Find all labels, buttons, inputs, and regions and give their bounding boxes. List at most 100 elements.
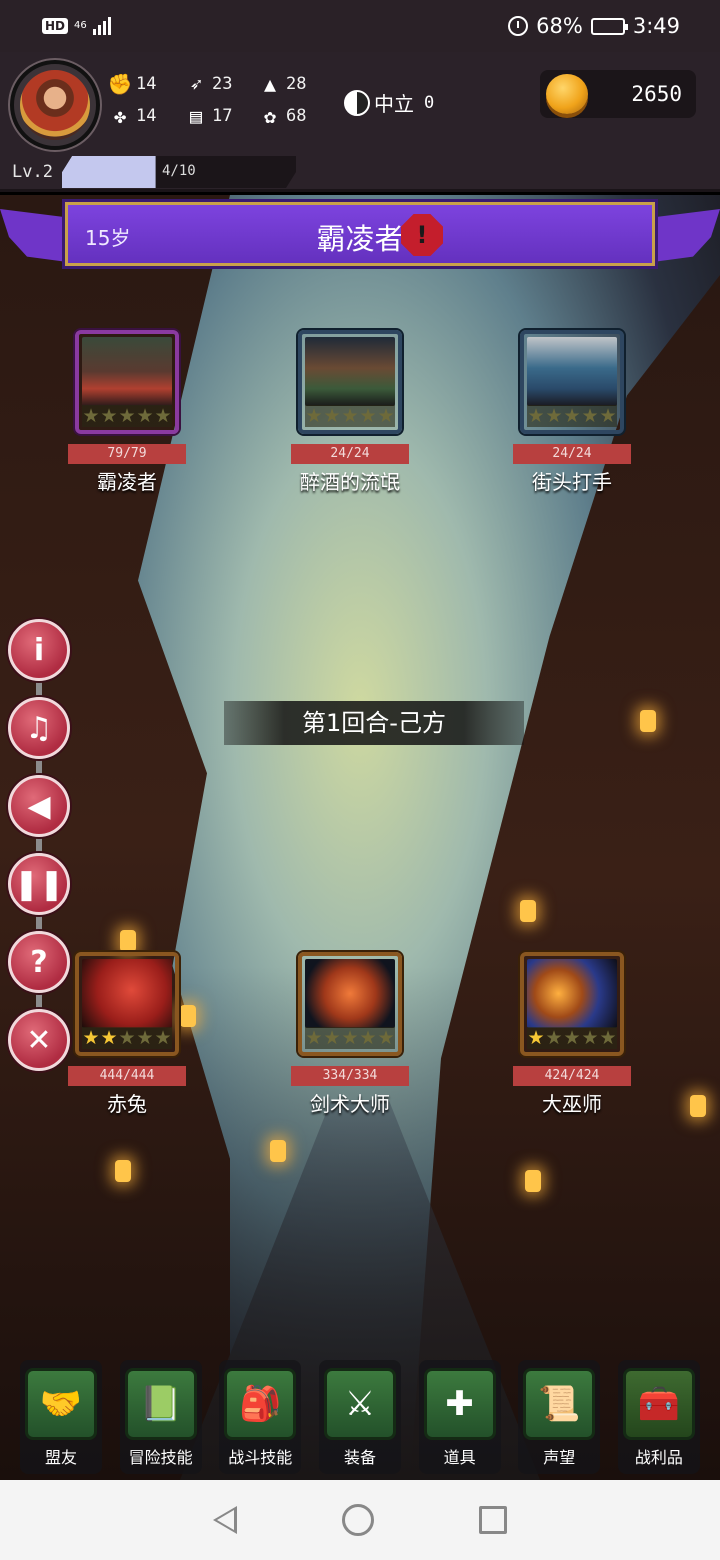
recent-apps-icon[interactable] (479, 1506, 508, 1534)
star-empty-icon: ★ (377, 404, 395, 427)
sword-master-portrait-art (305, 959, 395, 1028)
scroll-map-icon: 📜 (523, 1368, 596, 1440)
stat-magic[interactable]: ▲ 28 (258, 72, 307, 96)
signal-icon (92, 17, 111, 35)
star-filled-icon: ★ (100, 1026, 118, 1049)
fist-icon: ✊ (107, 72, 133, 96)
music-toggle-button[interactable]: ♫ (8, 697, 70, 759)
star-empty-icon: ★ (118, 404, 136, 427)
star-empty-icon: ★ (545, 404, 563, 427)
close-button[interactable]: ✕ (8, 1009, 70, 1071)
alignment[interactable]: 中立 0 (344, 88, 434, 117)
xp-bar: 4/10 (62, 156, 296, 188)
xp-text: 4/10 (162, 163, 196, 179)
hd-badge: HD (42, 18, 69, 34)
stat-knowledge[interactable]: ▤ 17 (184, 104, 233, 128)
star-empty-icon: ★ (305, 1026, 323, 1049)
star-empty-icon: ★ (599, 404, 617, 427)
wizard-hat-icon: ▲ (263, 72, 277, 96)
stat-value: 28 (286, 74, 307, 94)
unit-name: 街头打手 (532, 470, 612, 494)
red-hare-portrait-art (82, 959, 172, 1028)
music-off-icon: ♫ (25, 710, 53, 746)
chain-link (36, 994, 42, 1010)
drunk-thug-portrait-art (305, 337, 395, 406)
alignment-label: 中立 (374, 92, 414, 116)
pause-icon: ❚❚ (13, 866, 65, 902)
star-rating: ★ ★ ★ ★ ★ (527, 1027, 617, 1049)
menu-reputation[interactable]: 📜 声望 (518, 1360, 601, 1474)
star-empty-icon: ★ (563, 1026, 581, 1049)
enemy-unit[interactable]: ★ ★ ★ ★ ★ 79/79 霸凌者 (68, 330, 186, 495)
star-empty-icon: ★ (599, 1026, 617, 1049)
lantern (520, 900, 536, 922)
stat-value: 14 (136, 74, 157, 94)
info-button[interactable]: i (8, 619, 70, 681)
unit-portrait: ★ ★ ★ ★ ★ (298, 952, 402, 1056)
unit-portrait: ★ ★ ★ ★ ★ (520, 952, 624, 1056)
help-button[interactable]: ? (8, 931, 70, 993)
menu-combat-skills[interactable]: 🎒 战斗技能 (219, 1360, 302, 1474)
star-rating: ★ ★ ★ ★ ★ (82, 405, 172, 427)
back-icon[interactable] (212, 1506, 237, 1534)
menu-adventure-skills[interactable]: 📗 冒险技能 (119, 1360, 202, 1474)
ally-unit[interactable]: ★ ★ ★ ★ ★ 424/424 大巫师 (513, 952, 631, 1117)
gold-counter[interactable]: 2650 (540, 70, 696, 118)
star-empty-icon: ★ (377, 1026, 395, 1049)
star-filled-icon: ★ (82, 1026, 100, 1049)
status-bar: HD 46 68% 3:49 (0, 0, 720, 52)
unit-name: 赤兔 (107, 1092, 147, 1116)
menu-label: 冒险技能 (128, 1448, 193, 1467)
unit-name: 醉酒的流氓 (300, 470, 400, 494)
ally-unit[interactable]: ★ ★ ★ ★ ★ 444/444 赤兔 (68, 952, 186, 1117)
level-row: Lv.2 4/10 (12, 156, 296, 188)
stat-strength[interactable]: ✊ 14 (107, 72, 157, 96)
ally-unit[interactable]: ★ ★ ★ ★ ★ 334/334 剑术大师 (291, 952, 409, 1117)
stat-luck[interactable]: ✤ 14 (108, 104, 157, 128)
menu-items[interactable]: ✚ 道具 (418, 1360, 501, 1474)
sound-off-icon: ◀ (27, 788, 51, 824)
star-empty-icon: ★ (527, 404, 545, 427)
menu-equipment[interactable]: ⚔ 装备 (318, 1360, 401, 1474)
menu-loot[interactable]: 🧰 战利品 (617, 1360, 700, 1474)
alarm-icon (508, 16, 529, 36)
scroll-icon: ▤ (189, 104, 203, 128)
archmage-portrait-art (527, 959, 617, 1028)
menu-label: 装备 (343, 1448, 376, 1467)
chain-link (36, 838, 42, 854)
menu-allies[interactable]: 🤝 盟友 (20, 1360, 102, 1474)
menu-label: 声望 (543, 1448, 576, 1467)
star-empty-icon: ★ (545, 1026, 563, 1049)
home-icon[interactable] (341, 1504, 374, 1536)
star-empty-icon: ★ (341, 404, 359, 427)
menu-label: 道具 (443, 1448, 476, 1467)
lantern (525, 1170, 541, 1192)
stat-value: 17 (212, 106, 233, 126)
clock: 3:49 (632, 14, 680, 38)
star-empty-icon: ★ (100, 404, 118, 427)
level-label: Lv.2 (12, 162, 53, 182)
unit-name: 大巫师 (542, 1092, 602, 1116)
avatar[interactable] (10, 60, 100, 150)
star-empty-icon: ★ (359, 1026, 377, 1049)
stat-spirit[interactable]: ✿ 68 (258, 104, 307, 128)
bottom-menu: 🤝 盟友 📗 冒险技能 🎒 战斗技能 ⚔ 装备 ✚ 道具 📜 声望 🧰 战利品 (0, 1360, 720, 1480)
enemy-unit[interactable]: ★ ★ ★ ★ ★ 24/24 醉酒的流氓 (291, 330, 409, 495)
hp-bar: 334/334 (291, 1066, 409, 1086)
pause-button[interactable]: ❚❚ (8, 853, 70, 915)
stat-agility[interactable]: ➶ 23 (184, 72, 233, 96)
sound-toggle-button[interactable]: ◀ (8, 775, 70, 837)
status-left: HD 46 (42, 17, 111, 35)
star-filled-icon: ★ (527, 1026, 545, 1049)
player-stats: ✊ 14 ✤ 14 ➶ 23 ▤ 17 ▲ 28 ✿ 68 (108, 72, 328, 136)
chain-link (36, 916, 42, 932)
star-rating: ★ ★ ★ ★ ★ (82, 1027, 172, 1049)
battery-icon (590, 17, 628, 35)
star-empty-icon: ★ (581, 404, 599, 427)
yin-yang-icon (344, 89, 370, 116)
hp-bar: 79/79 (68, 444, 186, 464)
hp-bar: 444/444 (68, 1066, 186, 1086)
star-empty-icon: ★ (323, 404, 341, 427)
star-empty-icon: ★ (82, 404, 100, 427)
enemy-unit[interactable]: ★ ★ ★ ★ ★ 24/24 街头打手 (513, 330, 631, 495)
